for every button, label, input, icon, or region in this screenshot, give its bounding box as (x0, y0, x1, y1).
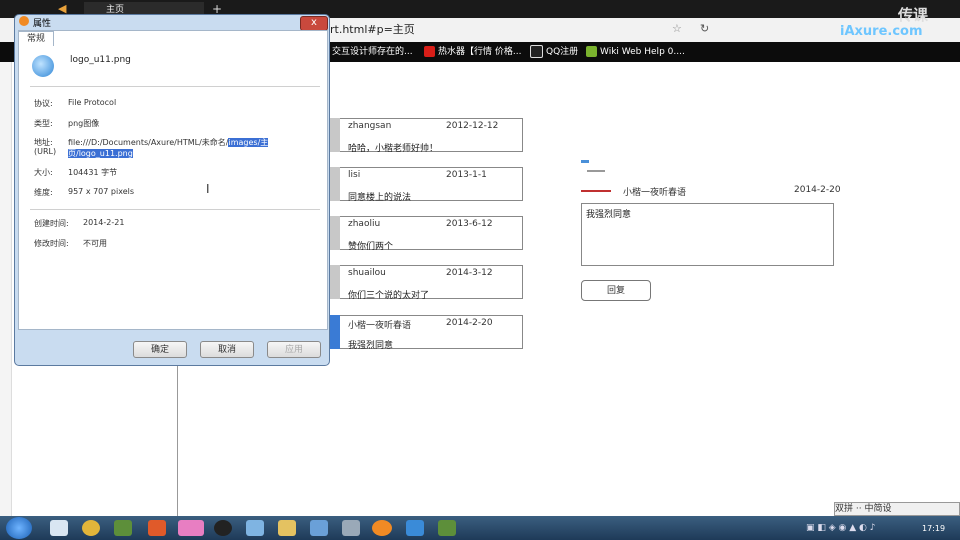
apply-button[interactable]: 应用 (267, 341, 321, 358)
bookmark-item[interactable]: QQ注册 (530, 44, 578, 60)
ie-taskbar-icon[interactable] (406, 520, 424, 536)
comment-text: 赞你们两个 (348, 242, 394, 252)
created-label: 创建时间: (34, 219, 69, 228)
protocol-label: 协议: (34, 99, 53, 108)
clock[interactable]: 17:19 (922, 524, 945, 533)
comment-text: 你们三个说的太对了 (348, 291, 430, 301)
created-value: 2014-2-21 (83, 218, 125, 227)
comment-card: lisi 2013-1-1 同意楼上的说法 (340, 167, 523, 203)
comment-date: 2014-3-12 (446, 268, 493, 278)
bookmark-item[interactable]: 交互设计师存在的... (332, 44, 413, 60)
bookmark-label: QQ注册 (546, 47, 579, 57)
address-input[interactable]: rt.html#p=主页 (330, 21, 650, 39)
comment-text: 我强烈同意 (348, 341, 394, 351)
reply-date: 2014-2-20 (794, 185, 841, 195)
comment-card: zhaoliu 2013-6-12 赞你们两个 (340, 216, 523, 252)
reply-textarea[interactable]: 我强烈同意 (581, 203, 834, 266)
ime-toolbar[interactable]: 双拼 ·· 中简设 (834, 502, 960, 516)
chrome-icon[interactable] (82, 520, 100, 536)
ok-button[interactable]: 确定 (133, 341, 187, 358)
dialog-title-icon (19, 16, 29, 26)
dialog-body (18, 30, 328, 330)
address-selected-text-2: 页/logo_u11.png (68, 149, 133, 158)
tool-app-icon[interactable] (342, 520, 360, 536)
size-label: 大小: (34, 168, 53, 177)
address-value[interactable]: file:///D:/Documents/Axure/HTML/未命名/imag… (68, 137, 284, 159)
axure-taskbar-icon[interactable] (438, 520, 456, 536)
size-value: 104431 字节 (68, 168, 118, 177)
reply-logo-thumbnail (581, 160, 611, 195)
modified-value: 不可用 (83, 239, 107, 248)
address-label-url: (URL) (34, 147, 57, 156)
start-button[interactable] (6, 517, 32, 539)
reload-icon[interactable]: ↻ (700, 22, 709, 35)
bookmark-label: 热水器【行情 价格... (438, 47, 522, 57)
comment-author: zhangsan (348, 121, 392, 131)
left-sidebar-strip (0, 62, 12, 520)
address-selected-text: images/主 (228, 138, 269, 147)
bookmark-label: 交互设计师存在的... (332, 47, 413, 57)
mail-icon[interactable] (148, 520, 166, 536)
photo-app-icon[interactable] (178, 520, 204, 536)
type-label: 类型: (34, 119, 53, 128)
ie-file-icon (32, 55, 54, 77)
qq-taskbar-icon[interactable] (214, 520, 232, 536)
separator (30, 209, 320, 210)
bookmark-label: Wiki Web Help 0.... (600, 47, 685, 57)
comment-card: shuailou 2014-3-12 你们三个说的太对了 (340, 265, 523, 301)
bookmark-star-icon[interactable]: ☆ (672, 22, 682, 35)
comment-card: zhangsan 2012-12-12 哈哈，小楷老师好帅！ (340, 118, 523, 154)
watermark-line1: 传课 (898, 6, 929, 24)
comment-date: 2013-6-12 (446, 219, 493, 229)
reply-author: 小楷一夜听春语 (623, 188, 687, 198)
watermark-line2: iAxure.com (840, 24, 923, 39)
dimension-value: 957 x 707 pixels (68, 187, 135, 196)
wiki-icon (586, 46, 597, 57)
jd-icon (424, 46, 435, 57)
comment-text: 同意楼上的说法 (348, 193, 412, 203)
comment-author: lisi (348, 170, 361, 180)
modified-label: 修改时间: (34, 239, 69, 248)
reply-button[interactable]: 回复 (581, 280, 651, 301)
bookmark-item[interactable]: 热水器【行情 价格... (424, 44, 521, 60)
comment-text: 哈哈，小楷老师好帅！ (348, 144, 439, 154)
comment-author: 小楷一夜听春语 (348, 321, 412, 331)
axure-icon[interactable] (114, 520, 132, 536)
protocol-value: File Protocol (68, 98, 117, 107)
browser-icon[interactable] (246, 520, 264, 536)
comment-date: 2013-1-1 (446, 170, 487, 180)
folder-icon[interactable] (278, 520, 296, 536)
bookmark-item[interactable]: Wiki Web Help 0.... (586, 44, 685, 60)
address-path: file:///D:/Documents/Axure/HTML/未命名/ (68, 138, 229, 147)
cancel-button[interactable]: 取消 (200, 341, 254, 358)
comment-author: shuailou (348, 268, 386, 278)
filename-field[interactable]: logo_u11.png (70, 55, 131, 65)
taskbar-app-icon[interactable] (50, 520, 68, 536)
tab-general[interactable]: 常规 (18, 31, 54, 46)
comment-date: 2014-2-20 (446, 318, 493, 328)
dialog-close-button[interactable]: x (300, 16, 328, 31)
separator (30, 86, 320, 87)
watermark-logo: 传课 iAxure.com (838, 2, 960, 42)
dialog-title: 属性 (33, 19, 52, 29)
type-value: png图像 (68, 119, 100, 128)
tray-icons[interactable]: ▣ ◧ ◈ ◉ ▲ ◐ ♪ (806, 522, 916, 534)
qq-icon (530, 45, 543, 58)
text-cursor-icon: I (206, 182, 210, 196)
divider-line (177, 362, 178, 520)
comment-author: zhaoliu (348, 219, 381, 229)
comment-date: 2012-12-12 (446, 121, 499, 131)
firefox-icon[interactable] (372, 520, 392, 536)
dimension-label: 维度: (34, 188, 53, 197)
comment-card: 小楷一夜听春语 2014-2-20 我强烈同意 (340, 315, 523, 351)
network-app-icon[interactable] (310, 520, 328, 536)
